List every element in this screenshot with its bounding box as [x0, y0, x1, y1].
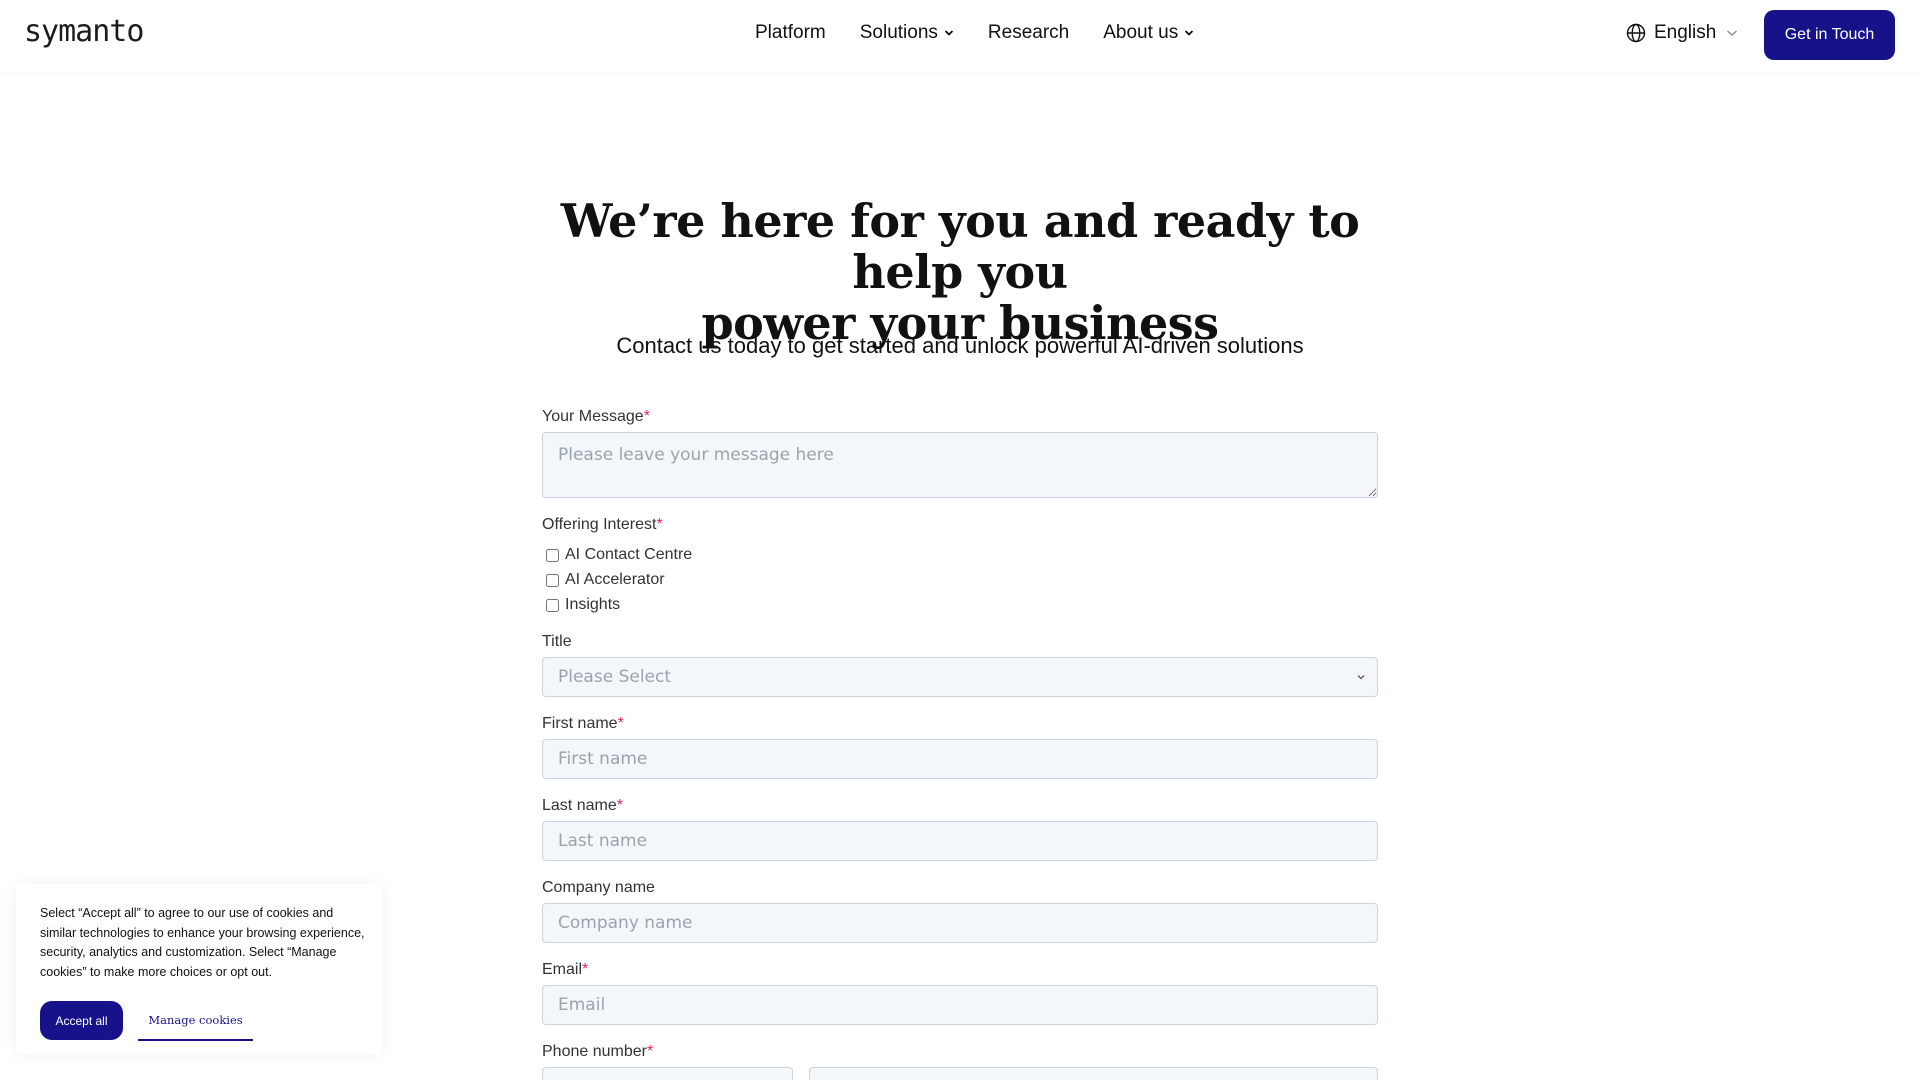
email-label-text: Email: [542, 961, 583, 978]
required-marker: *: [617, 715, 624, 732]
email-label: Email*: [542, 961, 588, 979]
first-name-input[interactable]: [542, 739, 1378, 779]
page-subtitle: Contact us today to get started and unlo…: [616, 333, 1304, 358]
page-title: We’re here for you and ready to help you…: [520, 196, 1400, 349]
option-ai-contact-centre[interactable]: AI Contact Centre: [546, 546, 692, 564]
title-select[interactable]: Please Select: [542, 657, 1378, 697]
required-marker: *: [656, 516, 663, 533]
offering-interest-label: Offering Interest*: [542, 516, 663, 534]
language-selector[interactable]: English: [1626, 22, 1738, 44]
chevron-down-icon: [944, 30, 954, 36]
company-name-input[interactable]: [542, 903, 1378, 943]
message-label-text: Your Message: [542, 408, 644, 425]
ai-accelerator-checkbox[interactable]: [546, 573, 559, 587]
required-marker: *: [643, 408, 650, 425]
nav-label: Solutions: [859, 22, 938, 43]
manage-cookies-link[interactable]: Manage cookies: [138, 1001, 253, 1041]
required-marker: *: [646, 1043, 654, 1060]
main-nav: Platform Solutions Research About us: [755, 22, 1228, 44]
email-input[interactable]: [542, 985, 1378, 1025]
insights-checkbox[interactable]: [546, 598, 559, 612]
nav-item-solutions[interactable]: Solutions: [860, 22, 954, 44]
symanto-logo[interactable]: symanto: [24, 14, 144, 49]
ai-contact-centre-checkbox[interactable]: [546, 548, 559, 562]
cookie-banner: Select “Accept all” to agree to our use …: [16, 884, 382, 1054]
nav-item-platform[interactable]: Platform: [755, 22, 826, 44]
get-in-touch-button[interactable]: Get in Touch: [1764, 10, 1895, 60]
cookie-message: Select “Accept all” to agree to our use …: [40, 906, 365, 979]
option-label: AI Contact Centre: [565, 546, 693, 563]
last-name-label-text: Last name: [542, 797, 617, 814]
option-insights[interactable]: Insights: [546, 596, 620, 614]
message-textarea[interactable]: [542, 432, 1378, 498]
option-label: Insights: [565, 596, 621, 613]
first-name-label: First name*: [542, 715, 624, 733]
option-ai-accelerator[interactable]: AI Accelerator: [546, 571, 665, 589]
site-header: symanto Platform Solutions Research Abou…: [0, 0, 1920, 72]
company-name-label: Company name: [542, 879, 655, 896]
accept-all-button[interactable]: Accept all: [40, 1001, 123, 1040]
message-label: Your Message*: [542, 408, 650, 426]
language-label: English: [1654, 22, 1717, 43]
chevron-down-icon: [1185, 30, 1194, 36]
title-label: Title: [542, 633, 572, 650]
nav-label: About us: [1103, 22, 1179, 43]
phone-label: Phone number*: [542, 1043, 653, 1061]
phone-label-text: Phone number: [542, 1043, 647, 1060]
chevron-down-icon: [1727, 30, 1738, 36]
required-marker: *: [582, 961, 589, 978]
nav-item-research[interactable]: Research: [988, 22, 1069, 44]
last-name-label: Last name*: [542, 797, 623, 815]
offering-label-text: Offering Interest: [542, 516, 657, 533]
nav-label: Platform: [755, 22, 826, 43]
first-name-label-text: First name: [542, 715, 618, 732]
phone-country-select[interactable]: [542, 1067, 793, 1080]
globe-icon: [1626, 23, 1646, 43]
last-name-input[interactable]: [542, 821, 1378, 861]
phone-number-input[interactable]: [809, 1067, 1378, 1080]
option-label: AI Accelerator: [565, 571, 665, 588]
required-marker: *: [616, 797, 623, 814]
title-line-1: We’re here for you and ready to help you: [560, 194, 1360, 299]
title-select-wrapper: Please Select: [542, 657, 1378, 697]
nav-label: Research: [987, 22, 1070, 43]
nav-item-about-us[interactable]: About us: [1103, 22, 1194, 44]
